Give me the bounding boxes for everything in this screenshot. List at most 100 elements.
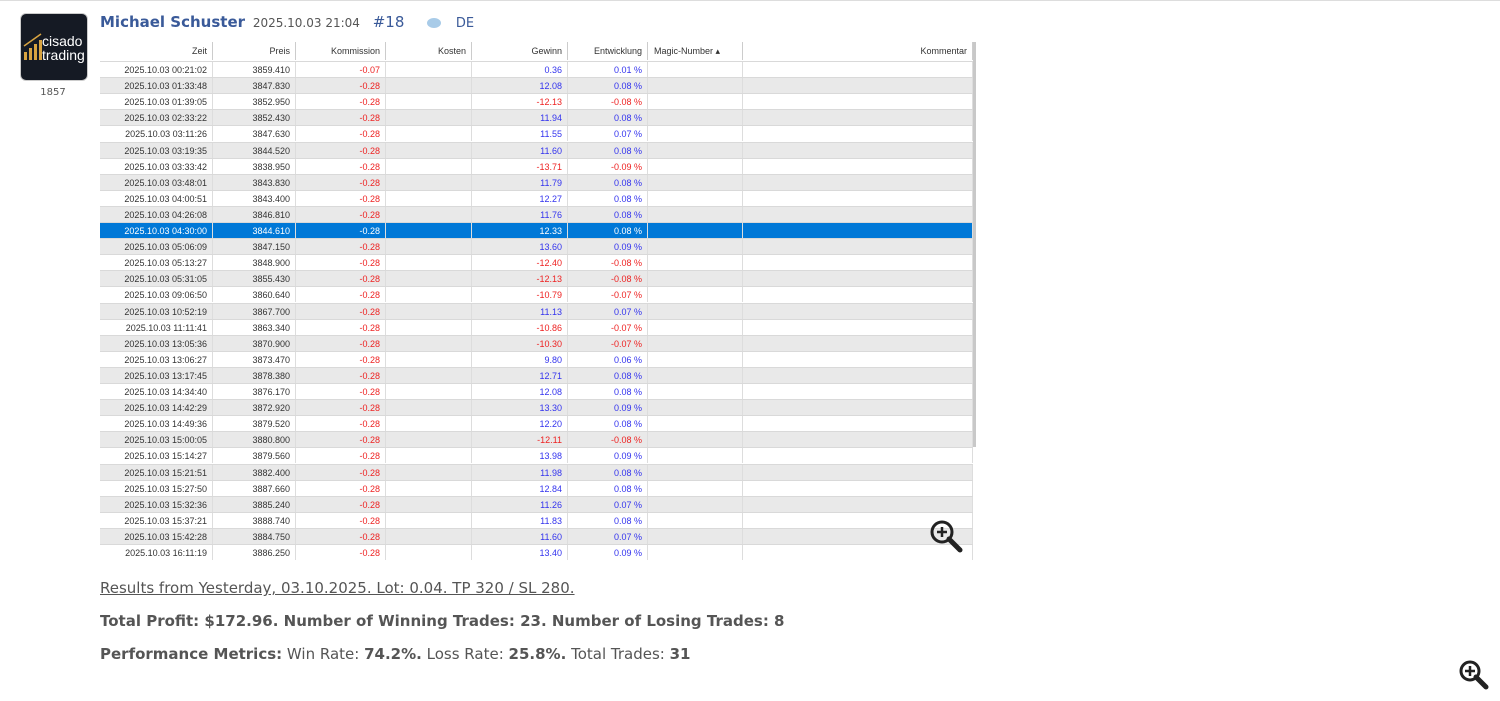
table-row[interactable]: 2025.10.03 03:48:01 3843.830 -0.28 11.79 0.0… bbox=[100, 173, 973, 190]
cell-kommission: -0.28 bbox=[296, 110, 386, 126]
table-row[interactable]: 2025.10.03 10:52:19 3867.700 -0.28 11.13 0.0… bbox=[100, 302, 973, 319]
cell-kosten bbox=[386, 271, 472, 287]
cell-kommission: -0.28 bbox=[296, 158, 386, 174]
logo-text: cisado bbox=[42, 33, 83, 49]
table-row[interactable]: 2025.10.03 01:39:05 3852.950 -0.28 -12.13 -0… bbox=[100, 93, 973, 110]
cell-kommentar bbox=[743, 303, 973, 319]
cell-kommission: -0.28 bbox=[296, 400, 386, 416]
cell-kommentar bbox=[743, 158, 973, 174]
cell-zeit: 2025.10.03 01:33:48 bbox=[100, 78, 213, 94]
column-header-kommission[interactable]: Kommission bbox=[296, 42, 386, 60]
table-row[interactable]: 2025.10.03 04:00:51 3843.400 -0.28 12.27 0.0… bbox=[100, 189, 973, 206]
table-row[interactable]: 2025.10.03 14:42:29 3872.920 -0.28 13.30 0.0… bbox=[100, 399, 973, 416]
table-row[interactable]: 2025.10.03 05:06:09 3847.150 -0.28 13.60 0.0… bbox=[100, 238, 973, 255]
table-row[interactable]: 2025.10.03 15:27:50 3887.660 -0.28 12.84 0.0… bbox=[100, 479, 973, 496]
cell-gewinn: 11.60 bbox=[472, 528, 568, 544]
table-row[interactable]: 2025.10.03 15:37:21 3888.740 -0.28 11.83 0.0… bbox=[100, 511, 973, 528]
cell-magic-number bbox=[648, 303, 743, 319]
cell-preis: 3843.400 bbox=[213, 190, 296, 206]
cell-entwicklung: -0.08 % bbox=[568, 94, 648, 110]
cell-entwicklung: -0.09 % bbox=[568, 158, 648, 174]
cell-kommission: -0.28 bbox=[296, 223, 386, 238]
avatar[interactable]: cisado trading bbox=[20, 13, 88, 81]
cell-entwicklung: 0.06 % bbox=[568, 351, 648, 367]
cell-kommentar bbox=[743, 367, 973, 383]
cell-entwicklung: -0.08 % bbox=[568, 271, 648, 287]
table-row[interactable]: 2025.10.03 13:06:27 3873.470 -0.28 9.80 0.06… bbox=[100, 350, 973, 367]
cell-preis: 3859.410 bbox=[213, 62, 296, 77]
cell-kosten bbox=[386, 367, 472, 383]
cell-magic-number bbox=[648, 287, 743, 303]
cell-kosten bbox=[386, 432, 472, 448]
cell-gewinn: 0.36 bbox=[472, 62, 568, 77]
comment-bubble-icon[interactable] bbox=[427, 17, 442, 28]
cell-magic-number bbox=[648, 174, 743, 190]
cell-preis: 3872.920 bbox=[213, 400, 296, 416]
cell-kommission: -0.28 bbox=[296, 303, 386, 319]
column-header-entwicklung[interactable]: Entwicklung bbox=[568, 42, 648, 60]
table-row[interactable]: 2025.10.03 04:26:08 3846.810 -0.28 11.76 0.0… bbox=[100, 205, 973, 222]
table-row[interactable]: 2025.10.03 13:05:36 3870.900 -0.28 -10.30 -0… bbox=[100, 334, 973, 351]
language-link[interactable]: DE bbox=[456, 16, 474, 31]
cell-kommentar bbox=[743, 62, 973, 77]
table-row[interactable]: 2025.10.03 11:11:41 3863.340 -0.28 -10.86 -0… bbox=[100, 318, 973, 335]
results-link[interactable]: Results from Yesterday, 03.10.2025. Lot:… bbox=[100, 579, 575, 597]
cell-entwicklung: 0.07 % bbox=[568, 303, 648, 319]
table-row[interactable]: 2025.10.03 14:34:40 3876.170 -0.28 12.08 0.0… bbox=[100, 383, 973, 399]
cell-kosten bbox=[386, 287, 472, 303]
post-number-link[interactable]: #18 bbox=[373, 13, 405, 31]
cell-magic-number bbox=[648, 223, 743, 238]
zoom-in-icon[interactable] bbox=[928, 518, 964, 554]
table-scrollbar[interactable] bbox=[973, 42, 976, 447]
table-row[interactable]: 2025.10.03 16:11:19 3886.250 -0.28 13.40 0.0… bbox=[100, 544, 973, 560]
cell-gewinn: -12.13 bbox=[472, 271, 568, 287]
performance-metrics: Performance Metrics: Win Rate: 74.2%. Lo… bbox=[100, 645, 690, 663]
cell-entwicklung: 0.09 % bbox=[568, 239, 648, 255]
table-row[interactable]: 2025.10.03 13:17:45 3878.380 -0.28 12.71 0.0… bbox=[100, 366, 973, 383]
table-row[interactable]: 2025.10.03 03:33:42 3838.950 -0.28 -13.71 -0… bbox=[100, 157, 973, 174]
column-header-preis[interactable]: Preis bbox=[213, 42, 296, 60]
win-rate-value: 74.2%. bbox=[364, 645, 422, 663]
cell-kommentar bbox=[743, 480, 973, 496]
cell-zeit: 2025.10.03 14:49:36 bbox=[100, 416, 213, 432]
cell-kommission: -0.28 bbox=[296, 384, 386, 399]
cell-kommission: -0.28 bbox=[296, 448, 386, 464]
cell-gewinn: -13.71 bbox=[472, 158, 568, 174]
column-header-gewinn[interactable]: Gewinn bbox=[472, 42, 568, 60]
table-row[interactable]: 2025.10.03 02:33:22 3852.430 -0.28 11.94 0.0… bbox=[100, 109, 973, 126]
cell-zeit: 2025.10.03 15:27:50 bbox=[100, 480, 213, 496]
table-row[interactable]: 2025.10.03 00:21:02 3859.410 -0.07 0.36 0.01… bbox=[100, 61, 973, 77]
table-row[interactable]: 2025.10.03 15:32:36 3885.240 -0.28 11.26 0.0… bbox=[100, 495, 973, 512]
cell-gewinn: 12.08 bbox=[472, 78, 568, 94]
table-row[interactable]: 2025.10.03 15:21:51 3882.400 -0.28 11.98 0.0… bbox=[100, 463, 973, 480]
cell-entwicklung: 0.09 % bbox=[568, 545, 648, 560]
column-header-magic-number[interactable]: Magic-Number ▴ bbox=[648, 42, 743, 60]
zoom-in-icon[interactable] bbox=[1458, 659, 1490, 691]
table-row[interactable]: 2025.10.03 05:31:05 3855.430 -0.28 -12.13 -0… bbox=[100, 270, 973, 287]
table-row[interactable]: 2025.10.03 15:14:27 3879.560 -0.28 13.98 0.0… bbox=[100, 447, 973, 464]
cell-zeit: 2025.10.03 15:32:36 bbox=[100, 496, 213, 512]
column-header-zeit[interactable]: Zeit bbox=[100, 42, 213, 60]
cell-kommission: -0.28 bbox=[296, 271, 386, 287]
table-row[interactable]: 2025.10.03 15:42:28 3884.750 -0.28 11.60 0.0… bbox=[100, 527, 973, 544]
table-row[interactable]: 2025.10.03 01:33:48 3847.830 -0.28 12.08 0.0… bbox=[100, 77, 973, 94]
cell-kosten bbox=[386, 512, 472, 528]
cell-kommentar bbox=[743, 126, 973, 142]
author-link[interactable]: Michael Schuster bbox=[100, 13, 245, 31]
table-row[interactable]: 2025.10.03 15:00:05 3880.800 -0.28 -12.11 -0… bbox=[100, 431, 973, 448]
cell-zeit: 2025.10.03 13:06:27 bbox=[100, 351, 213, 367]
cell-magic-number bbox=[648, 142, 743, 158]
table-row[interactable]: 2025.10.03 14:49:36 3879.520 -0.28 12.20 0.0… bbox=[100, 415, 973, 432]
column-header-kosten[interactable]: Kosten bbox=[386, 42, 472, 60]
cell-preis: 3844.520 bbox=[213, 142, 296, 158]
table-row[interactable]: 2025.10.03 05:13:27 3848.900 -0.28 -12.40 -0… bbox=[100, 254, 973, 271]
table-row[interactable]: 2025.10.03 03:11:26 3847.630 -0.28 11.55 0.0… bbox=[100, 125, 973, 142]
cell-zeit: 2025.10.03 05:31:05 bbox=[100, 271, 213, 287]
cell-entwicklung: -0.08 % bbox=[568, 432, 648, 448]
table-row[interactable]: 2025.10.03 09:06:50 3860.640 -0.28 -10.79 -0… bbox=[100, 286, 973, 303]
cell-preis: 3886.250 bbox=[213, 545, 296, 560]
table-row[interactable]: 2025.10.03 04:30:00 3844.610 -0.28 12.33 0.0… bbox=[100, 222, 973, 238]
table-row[interactable]: 2025.10.03 03:19:35 3844.520 -0.28 11.60 0.0… bbox=[100, 141, 973, 158]
cell-zeit: 2025.10.03 10:52:19 bbox=[100, 303, 213, 319]
column-header-kommentar[interactable]: Kommentar bbox=[743, 42, 973, 60]
